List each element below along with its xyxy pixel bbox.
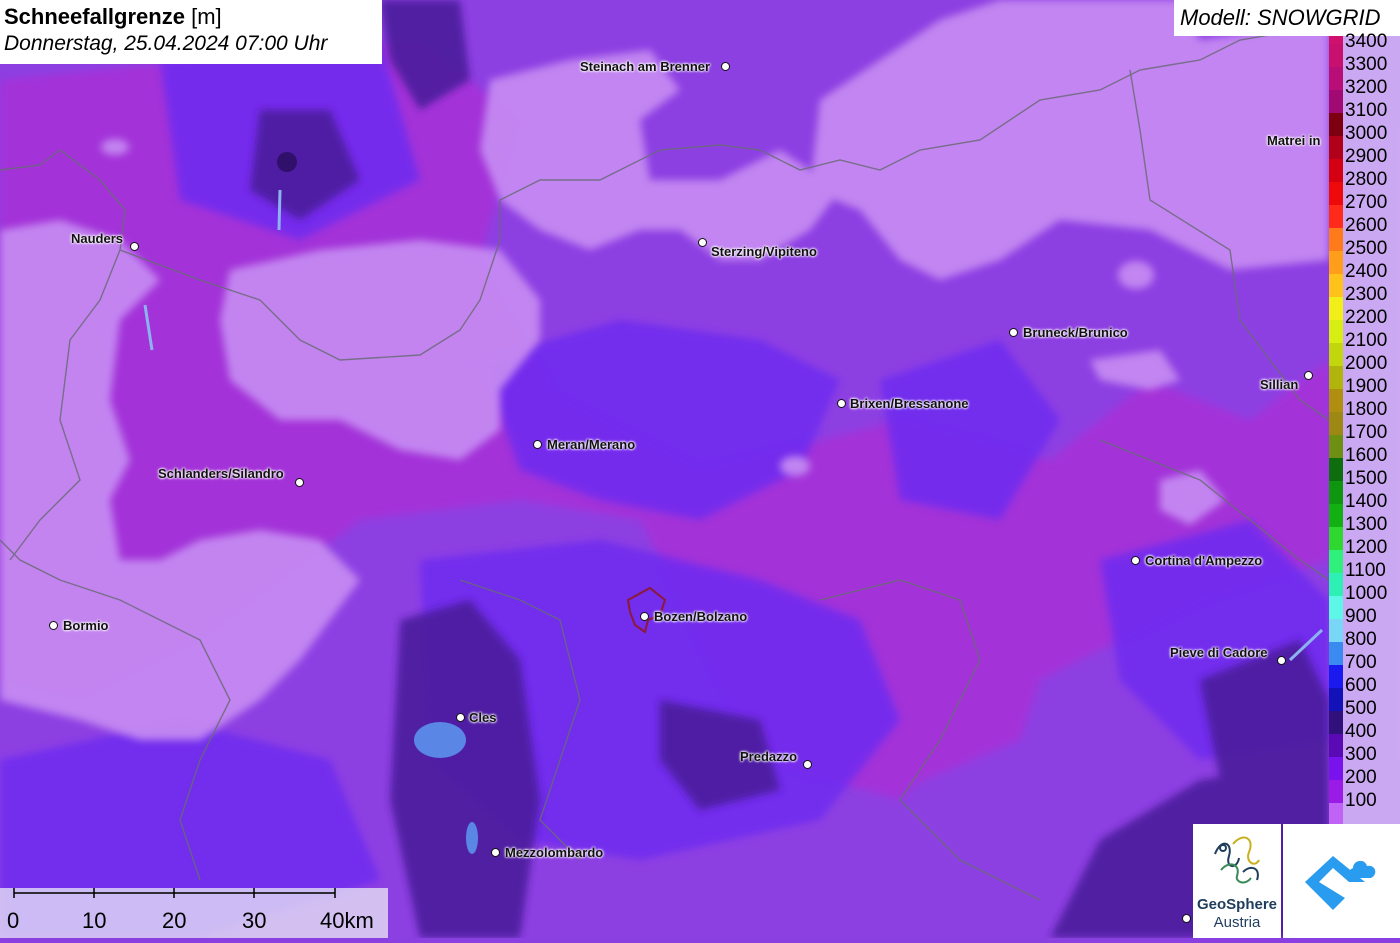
legend-swatch [1329, 251, 1343, 274]
legend-swatch [1329, 274, 1343, 297]
city-label-mezzolombardo: Mezzolombardo [505, 845, 604, 860]
arrow-cloud-icon [1305, 856, 1376, 910]
city-label-bozen: Bozen/Bolzano [654, 609, 748, 624]
city-dot [1277, 656, 1286, 665]
legend-swatch [1329, 665, 1343, 688]
city-label-sterzing: Sterzing/Vipiteno [711, 244, 817, 259]
title-unit: [m] [191, 4, 222, 29]
scale-bar: 0 10 20 30 40km [0, 888, 388, 938]
title-parameter: Schneefallgrenze [4, 4, 185, 29]
city-label-brixen: Brixen/Bressanone [850, 396, 969, 411]
legend-swatch [1329, 159, 1343, 182]
color-legend: 3400 3300 3200 3100 3000 2900 2800 2700 2600 2500… [1329, 31, 1400, 826]
map-title-box: Schneefallgrenze [m] Donnerstag, 25.04.2… [0, 0, 382, 64]
city-dot [295, 478, 304, 487]
legend-swatch [1329, 90, 1343, 113]
city-dot [49, 621, 58, 630]
legend-swatch [1329, 136, 1343, 159]
legend-swatch [1329, 619, 1343, 642]
city-label-pieve: Pieve di Cadore [1170, 645, 1268, 660]
legend-swatch [1329, 550, 1343, 573]
legend-swatch [1329, 481, 1343, 504]
city-dot [640, 612, 649, 621]
city-label-predazzo: Predazzo [740, 749, 798, 764]
scale-label-40km: 40km [320, 908, 374, 933]
legend-swatch [1329, 504, 1343, 527]
scale-label-30: 30 [242, 908, 267, 933]
city-label-meran: Meran/Merano [547, 437, 636, 452]
city-dot [803, 760, 812, 769]
geosphere-emblem-icon [1214, 836, 1260, 884]
weather-app-logo[interactable] [1283, 824, 1400, 938]
city-dot [1182, 914, 1191, 923]
legend-swatch [1329, 67, 1343, 90]
scale-label-20: 20 [162, 908, 187, 933]
legend-swatch [1329, 389, 1343, 412]
legend-swatch [1329, 711, 1343, 734]
city-dot [1304, 371, 1313, 380]
geosphere-text-line2: Austria [1213, 914, 1261, 931]
legend-swatch [1329, 458, 1343, 481]
legend-swatch [1329, 757, 1343, 780]
scale-label-0: 0 [7, 908, 20, 933]
city-label-nauders: Nauders [71, 231, 124, 246]
city-dot [721, 62, 730, 71]
legend-swatch [1329, 297, 1343, 320]
legend-swatch [1329, 228, 1343, 251]
city-dot [533, 440, 542, 449]
model-label: Modell: SNOWGRID [1180, 5, 1381, 30]
legend-swatch [1329, 412, 1343, 435]
city-dot [1009, 328, 1018, 337]
city-label-cortina: Cortina d'Ampezzo [1145, 553, 1263, 568]
legend-swatch [1329, 596, 1343, 619]
legend-swatch-top [1329, 36, 1343, 44]
city-dot [1131, 556, 1140, 565]
city-label-matrei: Matrei in [1267, 133, 1321, 148]
legend-swatch [1329, 734, 1343, 757]
city-dot [456, 713, 465, 722]
legend-swatch [1329, 205, 1343, 228]
legend-row: 100 [1329, 790, 1400, 826]
city-label-sillian: Sillian [1260, 377, 1299, 392]
map-date: Donnerstag, 25.04.2024 07:00 Uhr [4, 32, 328, 55]
city-label-bruneck: Bruneck/Brunico [1023, 325, 1128, 340]
city-dot [698, 238, 707, 247]
city-label-schlanders: Schlanders/Silandro [158, 466, 284, 481]
city-label-bormio: Bormio [63, 618, 109, 633]
legend-swatch [1329, 182, 1343, 205]
legend-swatch [1329, 320, 1343, 343]
legend-swatch [1329, 527, 1343, 550]
legend-swatch [1329, 688, 1343, 711]
legend-swatch [1329, 435, 1343, 458]
legend-swatch [1329, 343, 1343, 366]
legend-label: 100 [1345, 790, 1377, 811]
geosphere-logo[interactable]: GeoSphere Austria [1193, 824, 1281, 938]
city-dot [491, 848, 500, 857]
city-label-steinach: Steinach am Brenner [580, 59, 711, 74]
scale-label-10: 10 [82, 908, 107, 933]
map-title: Schneefallgrenze [m] [4, 4, 222, 30]
legend-swatch [1329, 803, 1343, 826]
city-dot [130, 242, 139, 251]
city-label-cles: Cles [469, 710, 497, 725]
geosphere-text-line1: GeoSphere [1196, 896, 1278, 913]
legend-swatch [1329, 44, 1343, 67]
legend-swatch [1329, 780, 1343, 803]
legend-swatch [1329, 366, 1343, 389]
legend-swatch [1329, 573, 1343, 596]
legend-swatch [1329, 113, 1343, 136]
city-dot [837, 399, 846, 408]
legend-swatch [1329, 642, 1343, 665]
